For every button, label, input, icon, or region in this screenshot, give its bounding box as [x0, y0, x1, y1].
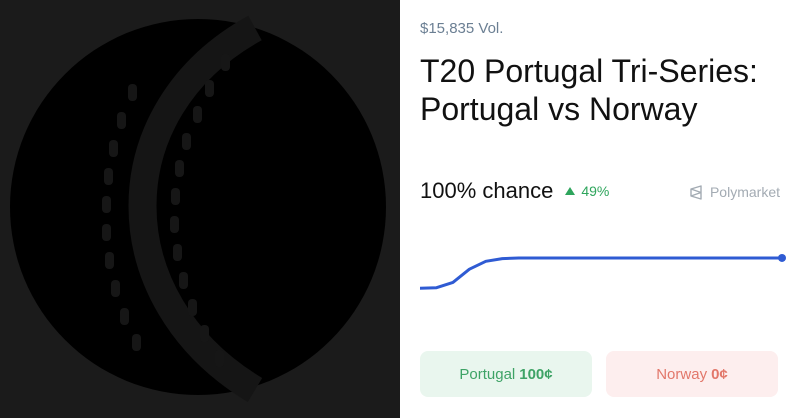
- brand-logo[interactable]: Polymarket: [689, 184, 780, 200]
- series-line: [418, 256, 784, 290]
- brand-name: Polymarket: [709, 184, 780, 200]
- change-indicator: 49%: [565, 183, 609, 199]
- market-info-panel: $15,835 Vol. T20 Portugal Tri-Series: Po…: [400, 0, 800, 418]
- outcome-name: Portugal: [459, 365, 516, 383]
- price-chart-svg: [418, 253, 786, 290]
- series-endpoint: [778, 253, 786, 262]
- cricket-ball-icon: [10, 15, 386, 402]
- arrow-up-icon: [565, 187, 576, 195]
- volume-label: $15,835 Vol.: [420, 20, 504, 37]
- polymarket-icon: [690, 184, 702, 200]
- outcome-price: 100¢: [519, 365, 553, 383]
- market-image-panel: [0, 0, 400, 418]
- chance-row: 100% chance 49%: [420, 178, 609, 204]
- buy-portugal-button[interactable]: Portugal 100¢: [420, 351, 592, 397]
- market-title[interactable]: T20 Portugal Tri-Series: Portugal vs Nor…: [420, 52, 760, 128]
- price-chart: [418, 252, 788, 331]
- outcome-name: Norway: [656, 365, 708, 383]
- chance-value: 100% chance: [420, 178, 554, 203]
- outcome-price: 0¢: [711, 365, 728, 383]
- buy-norway-button[interactable]: Norway 0¢: [606, 351, 778, 397]
- change-value: 49%: [581, 183, 610, 199]
